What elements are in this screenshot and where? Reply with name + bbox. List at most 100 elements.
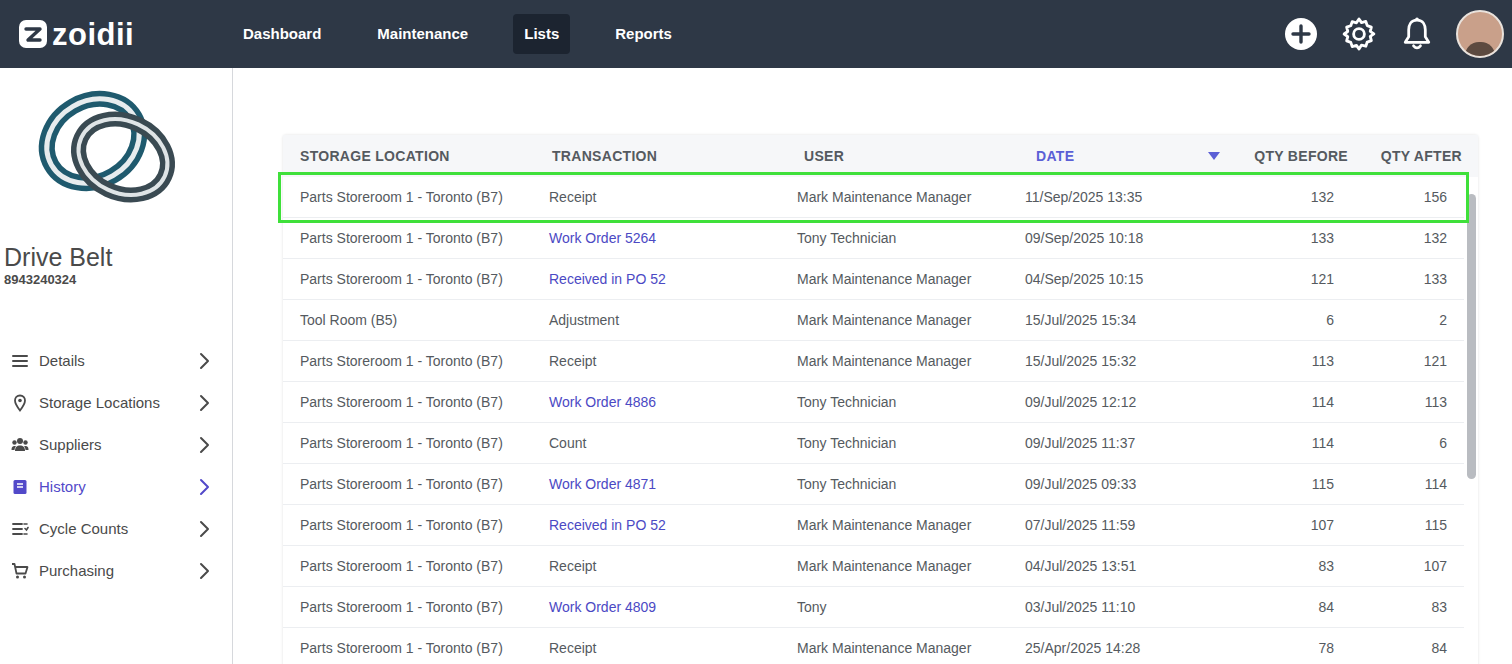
scrollbar-thumb[interactable] xyxy=(1467,194,1476,479)
table-row[interactable]: Parts Storeroom 1 - Toronto (B7)Received… xyxy=(283,259,1464,300)
table-body: Parts Storeroom 1 - Toronto (B7)ReceiptM… xyxy=(283,177,1478,664)
column-header[interactable]: STORAGE LOCATION xyxy=(283,146,532,167)
date-cell: 04/Sep/2025 10:15 xyxy=(1008,269,1228,290)
user-cell: Tony Technician xyxy=(780,474,1008,495)
table-row[interactable]: Parts Storeroom 1 - Toronto (B7)Work Ord… xyxy=(283,587,1464,628)
column-header-label[interactable]: QTY AFTER xyxy=(1381,146,1462,167)
part-image xyxy=(0,74,232,214)
shopping-cart-icon xyxy=(11,562,29,580)
column-header-label[interactable]: USER xyxy=(804,146,844,167)
user-cell: Tony Technician xyxy=(780,228,1008,249)
details-icon xyxy=(11,352,29,370)
qty-after-cell: 84 xyxy=(1348,638,1464,659)
location-cell: Parts Storeroom 1 - Toronto (B7) xyxy=(283,351,532,372)
table-row[interactable]: Parts Storeroom 1 - Toronto (B7)Work Ord… xyxy=(283,218,1464,259)
qty-after-cell: 83 xyxy=(1348,597,1464,618)
nav-item-label[interactable]: Maintenance xyxy=(377,23,468,46)
column-header-label[interactable]: STORAGE LOCATION xyxy=(300,146,450,167)
qty-before-cell: 114 xyxy=(1228,433,1348,454)
sidebar-item-label[interactable]: Purchasing xyxy=(39,560,114,583)
nav-menu: Dashboard Maintenance Lists Reports xyxy=(232,0,683,68)
qty-after-cell: 6 xyxy=(1348,433,1464,454)
transaction-cell[interactable]: Received in PO 52 xyxy=(532,515,780,536)
sidebar-item[interactable]: Suppliers xyxy=(0,424,232,466)
sidebar-item[interactable]: Purchasing xyxy=(0,550,232,592)
table-row[interactable]: Parts Storeroom 1 - Toronto (B7)CountTon… xyxy=(283,423,1464,464)
part-photo xyxy=(31,79,181,209)
user-avatar[interactable] xyxy=(1456,10,1504,58)
qty-before-cell: 83 xyxy=(1228,556,1348,577)
table-row[interactable]: Tool Room (B5)AdjustmentMark Maintenance… xyxy=(283,300,1464,341)
qty-after-cell: 107 xyxy=(1348,556,1464,577)
sidebar-item-label[interactable]: Storage Locations xyxy=(39,392,160,415)
user-cell: Mark Maintenance Manager xyxy=(780,187,1008,208)
sidebar-item-label[interactable]: Details xyxy=(39,350,85,373)
bell-icon[interactable] xyxy=(1400,16,1434,52)
sidebar-item[interactable]: History xyxy=(0,466,232,508)
transaction-cell[interactable]: Received in PO 52 xyxy=(532,269,780,290)
logo-text[interactable]: zoidii xyxy=(52,19,134,50)
date-cell: 03/Jul/2025 11:10 xyxy=(1008,597,1228,618)
main-content: STORAGE LOCATION TRANSACTION USER DATE QTY B… xyxy=(233,68,1512,664)
user-cell: Mark Maintenance Manager xyxy=(780,269,1008,290)
date-cell: 09/Jul/2025 12:12 xyxy=(1008,392,1228,413)
date-cell: 15/Jul/2025 15:34 xyxy=(1008,310,1228,331)
sidebar-item-label[interactable]: History xyxy=(39,476,86,499)
sidebar-item[interactable]: Details xyxy=(0,340,232,382)
sidebar-item[interactable]: Storage Locations xyxy=(0,382,232,424)
sort-descending-icon[interactable] xyxy=(1208,152,1220,160)
table-row[interactable]: Parts Storeroom 1 - Toronto (B7)Work Ord… xyxy=(283,382,1464,423)
transaction-cell[interactable]: Work Order 4809 xyxy=(532,597,780,618)
table-row[interactable]: Parts Storeroom 1 - Toronto (B7)ReceiptM… xyxy=(283,628,1464,664)
column-header[interactable]: TRANSACTION xyxy=(532,146,780,167)
nav-item[interactable]: Dashboard xyxy=(232,14,332,54)
sidebar-item-label[interactable]: Cycle Counts xyxy=(39,518,128,541)
nav-item[interactable]: Reports xyxy=(604,14,683,54)
nav-item[interactable]: Maintenance xyxy=(366,14,479,54)
qty-after-cell: 156 xyxy=(1348,187,1464,208)
location-cell: Parts Storeroom 1 - Toronto (B7) xyxy=(283,638,532,659)
transaction-cell: Receipt xyxy=(532,351,780,372)
gear-icon[interactable] xyxy=(1340,15,1378,53)
nav-item-label[interactable]: Dashboard xyxy=(243,23,321,46)
date-cell: 25/Apr/2025 14:28 xyxy=(1008,638,1228,659)
transaction-cell[interactable]: Work Order 4871 xyxy=(532,474,780,495)
sidebar-item-label[interactable]: Suppliers xyxy=(39,434,102,457)
qty-after-cell: 2 xyxy=(1348,310,1464,331)
nav-item[interactable]: Lists xyxy=(513,14,570,54)
transaction-cell[interactable]: Work Order 5264 xyxy=(532,228,780,249)
logo-icon[interactable] xyxy=(18,19,48,49)
column-header[interactable]: DATE xyxy=(1008,146,1228,167)
sidebar: Drive Belt8943240324 Details Storage Locat… xyxy=(0,68,233,664)
column-header-label[interactable]: DATE xyxy=(1036,146,1074,167)
qty-before-cell: 121 xyxy=(1228,269,1348,290)
qty-before-cell: 107 xyxy=(1228,515,1348,536)
logo[interactable]: zoidii xyxy=(18,19,232,50)
column-header[interactable]: QTY BEFORE xyxy=(1228,146,1348,167)
table-row[interactable]: Parts Storeroom 1 - Toronto (B7)ReceiptM… xyxy=(283,546,1464,587)
user-cell: Mark Maintenance Manager xyxy=(780,515,1008,536)
sidebar-menu: Details Storage Locations Suppliers History… xyxy=(0,340,232,592)
table-row[interactable]: Parts Storeroom 1 - Toronto (B7)Received… xyxy=(283,505,1464,546)
sidebar-item[interactable]: Cycle Counts xyxy=(0,508,232,550)
chevron-right-icon xyxy=(198,562,210,580)
column-header-label[interactable]: TRANSACTION xyxy=(552,146,657,167)
part-name: Drive Belt xyxy=(4,242,232,272)
table-row[interactable]: Parts Storeroom 1 - Toronto (B7)ReceiptM… xyxy=(283,341,1464,382)
history-table: STORAGE LOCATION TRANSACTION USER DATE QTY B… xyxy=(283,135,1478,664)
table-row[interactable]: Parts Storeroom 1 - Toronto (B7)Work Ord… xyxy=(283,464,1464,505)
location-cell: Tool Room (B5) xyxy=(283,310,532,331)
column-header[interactable]: QTY AFTER xyxy=(1348,146,1478,167)
column-header[interactable]: USER xyxy=(780,146,1008,167)
scrollbar-track[interactable] xyxy=(1464,177,1478,663)
nav-item-label[interactable]: Reports xyxy=(615,23,672,46)
transaction-cell: Receipt xyxy=(532,638,780,659)
location-cell: Parts Storeroom 1 - Toronto (B7) xyxy=(283,474,532,495)
nav-item-label[interactable]: Lists xyxy=(524,23,559,46)
chevron-right-icon xyxy=(198,520,210,538)
column-header-label[interactable]: QTY BEFORE xyxy=(1254,146,1348,167)
table-row[interactable]: Parts Storeroom 1 - Toronto (B7)ReceiptM… xyxy=(283,177,1464,218)
transaction-cell[interactable]: Work Order 4886 xyxy=(532,392,780,413)
add-circle-icon[interactable] xyxy=(1284,17,1318,51)
part-header: Drive Belt8943240324 xyxy=(0,242,232,288)
